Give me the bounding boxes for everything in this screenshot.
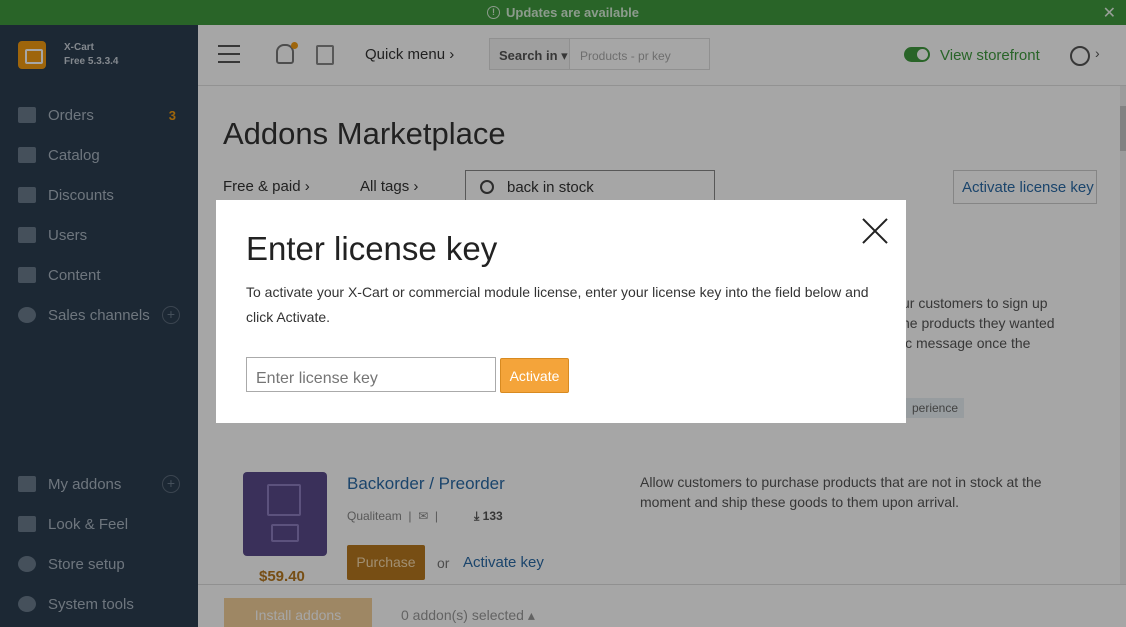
dialog-description: To activate your X-Cart or commercial mo… bbox=[246, 284, 869, 325]
dialog-title: Enter license key bbox=[246, 230, 498, 267]
close-icon[interactable] bbox=[862, 218, 888, 244]
license-key-dialog: Enter license key To activate your X-Car… bbox=[216, 200, 906, 423]
license-key-input[interactable] bbox=[246, 357, 496, 392]
activate-button[interactable]: Activate bbox=[500, 358, 569, 393]
